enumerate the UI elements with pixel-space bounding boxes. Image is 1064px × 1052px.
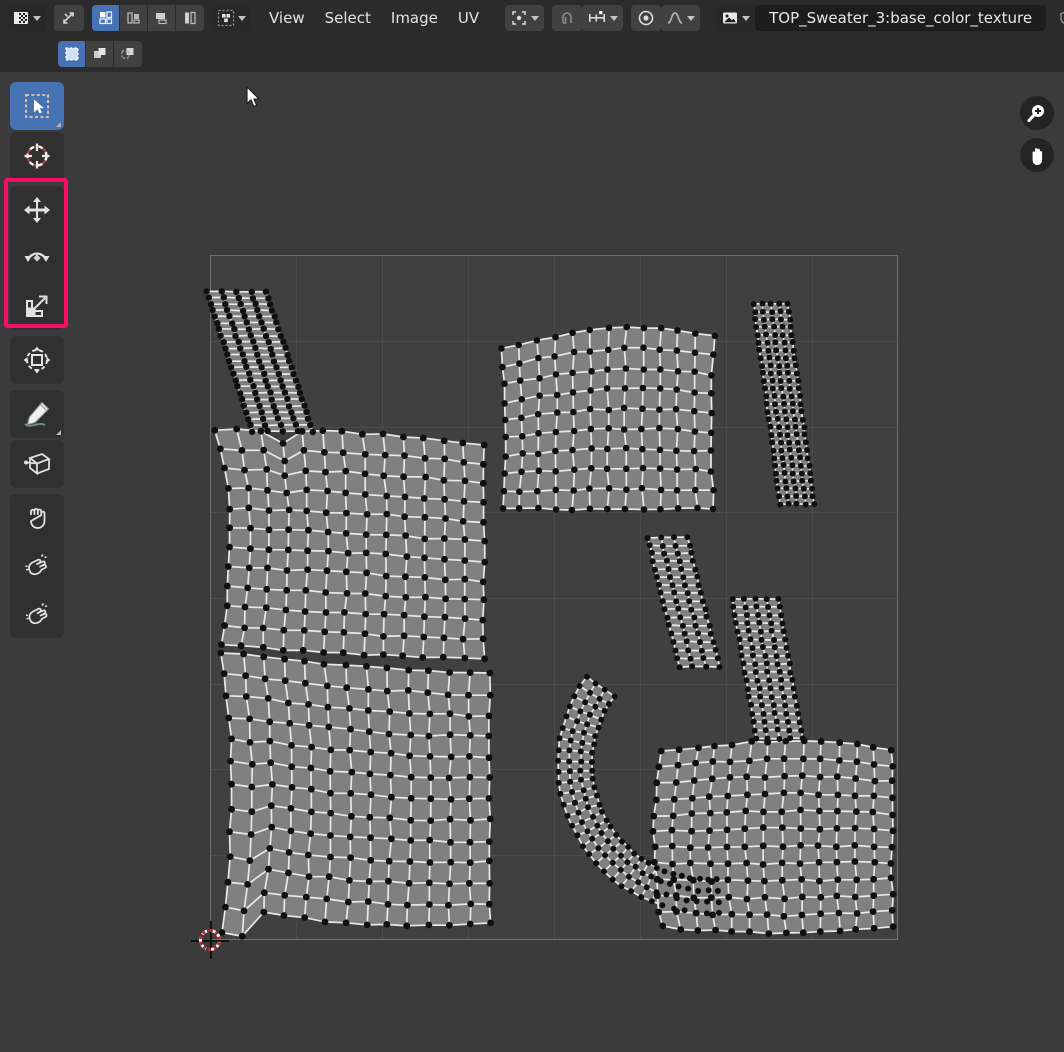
menu-view[interactable]: View <box>259 5 315 31</box>
sidebar-item-pinch[interactable] <box>10 590 64 638</box>
select-mode-buttons-group[interactable] <box>58 41 142 67</box>
snap-target-selector[interactable] <box>582 5 624 31</box>
uv-select-mode-group[interactable] <box>92 5 204 31</box>
sidebar-item-move[interactable] <box>10 186 64 234</box>
sidebar-item-cursor[interactable] <box>10 132 64 180</box>
zoom-gizmo[interactable] <box>1020 96 1054 130</box>
select-subtract-button[interactable] <box>114 41 142 67</box>
hand-icon <box>1032 148 1043 165</box>
select-extend-button[interactable] <box>86 41 114 67</box>
mouse-pointer <box>246 86 262 108</box>
sidebar-item-scale[interactable] <box>10 282 64 330</box>
image-data-icon <box>720 8 740 28</box>
pivot-point-icon <box>509 8 529 28</box>
editor-type-selector[interactable] <box>8 5 46 31</box>
sidebar-item-transform[interactable] <box>10 336 64 384</box>
uv-canvas[interactable] <box>70 74 1064 1052</box>
proportional-falloff-selector[interactable] <box>661 5 701 31</box>
2d-cursor-ring-red <box>199 929 221 951</box>
select-set-button[interactable] <box>58 41 86 67</box>
sidebar-item-relax[interactable] <box>10 542 64 590</box>
sidebar-item-measure[interactable] <box>10 440 64 488</box>
chevron-down-icon <box>238 15 246 21</box>
menu-select[interactable]: Select <box>315 5 381 31</box>
magnifier-plus-icon <box>1027 105 1044 122</box>
uv-select-island-button[interactable] <box>176 5 204 31</box>
chevron-down-icon <box>531 15 540 21</box>
menu-uv[interactable]: UV <box>448 5 489 31</box>
sidebar-item-rotate[interactable] <box>10 234 64 282</box>
pan-gizmo[interactable] <box>1020 138 1054 172</box>
menu-image[interactable]: Image <box>381 5 448 31</box>
chevron-down-icon <box>610 15 619 21</box>
smooth-falloff-icon <box>665 8 685 28</box>
uv-select-vertex-button[interactable] <box>92 5 120 31</box>
uv-editor-header-row2 <box>0 36 1064 72</box>
tool-submenu-corner-icon <box>56 430 61 435</box>
sidebar-item-grab[interactable] <box>10 494 64 542</box>
chevron-down-icon <box>33 15 41 21</box>
uv-select-face-button[interactable] <box>148 5 176 31</box>
fake-user-button[interactable] <box>1054 5 1064 31</box>
uv-sync-selection-button[interactable] <box>54 5 84 31</box>
image-browse-selector[interactable] <box>716 5 756 31</box>
sticky-selection-icon <box>216 8 236 28</box>
chevron-down-icon <box>742 15 751 21</box>
sticky-selection-mode-selector[interactable] <box>212 5 251 31</box>
tool-submenu-corner-icon <box>56 122 61 127</box>
2d-cursor[interactable] <box>191 921 229 959</box>
uv-editor-toolbar <box>10 82 64 638</box>
proportional-editing-toggle[interactable] <box>631 5 662 31</box>
sidebar-item-annotate[interactable] <box>10 390 64 438</box>
sidebar-item-tweak[interactable] <box>10 82 64 130</box>
uv-islands-layer <box>203 288 897 940</box>
pivot-point-selector[interactable] <box>505 5 545 31</box>
uv-editor-icon <box>11 8 31 28</box>
chevron-down-icon <box>687 15 696 21</box>
blender-uv-editor-window: View Select Image UV TOP_Sweater_3:base_… <box>0 0 1064 1052</box>
uv-select-edge-button[interactable] <box>120 5 148 31</box>
image-name-field[interactable]: TOP_Sweater_3:base_color_texture <box>755 5 1047 31</box>
snap-toggle-button[interactable] <box>552 5 583 31</box>
snap-increment-icon <box>586 8 608 28</box>
uv-editor-header: View Select Image UV TOP_Sweater_3:base_… <box>0 0 1064 36</box>
